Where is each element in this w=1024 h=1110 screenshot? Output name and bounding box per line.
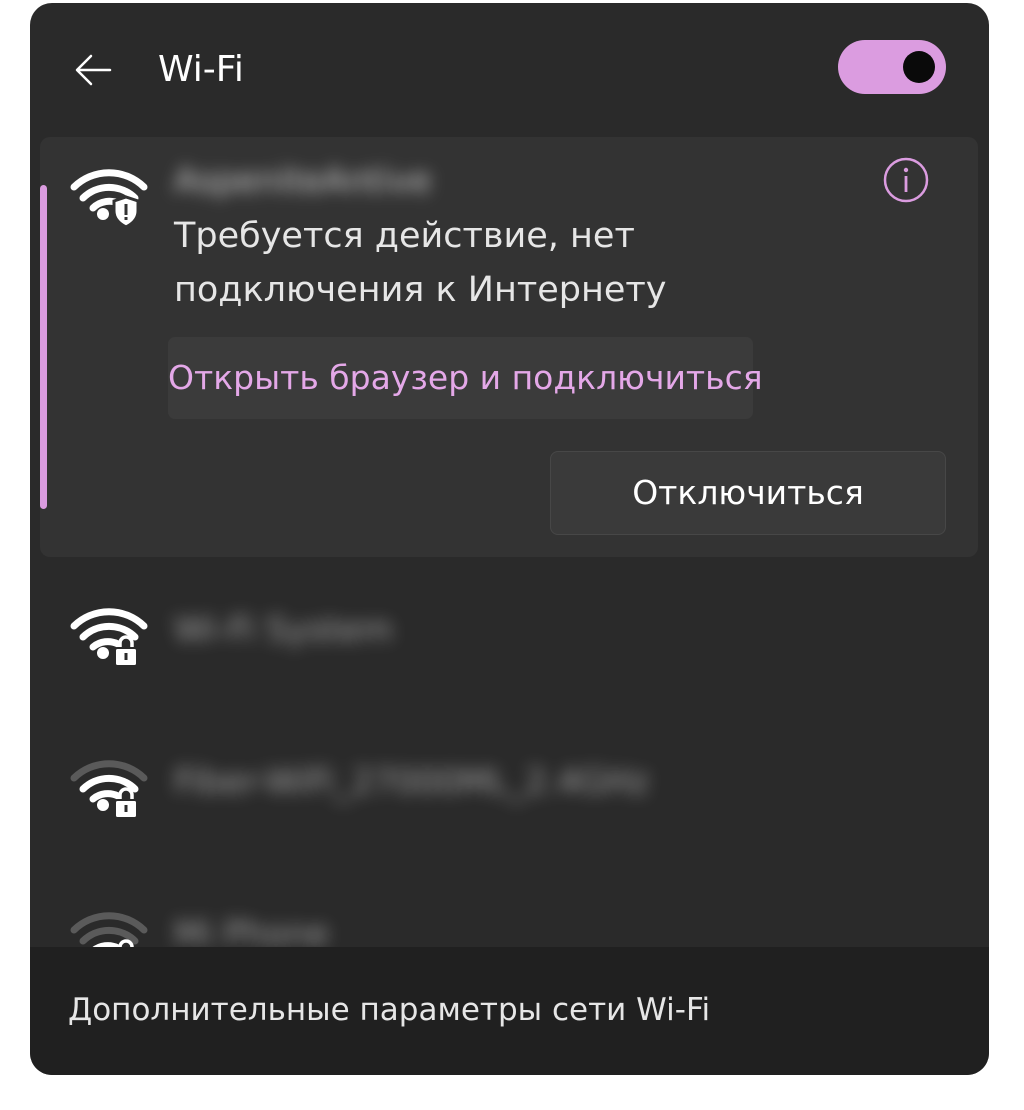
wifi-toggle[interactable]: [838, 40, 946, 94]
wifi-locked-icon: [70, 760, 148, 819]
disconnect-button[interactable]: Отключиться: [550, 451, 946, 535]
network-info-button[interactable]: [882, 156, 930, 204]
wifi-secured-warning-icon: [70, 169, 148, 229]
toggle-knob: [903, 51, 935, 83]
network-ssid: Fiber-WiFi_27000ML_2.4GHz: [174, 762, 649, 802]
network-ssid: Wi-Fi System: [174, 610, 393, 650]
page-title: Wi-Fi: [158, 49, 244, 90]
network-list-item[interactable]: Fiber-WiFi_27000ML_2.4GHz: [30, 720, 989, 840]
connected-network-card: AspeniteAntive Требуется действие, нет п…: [40, 137, 978, 557]
network-list-item[interactable]: Wi-Fi System: [30, 568, 989, 688]
wifi-locked-icon: [70, 608, 148, 667]
open-browser-button[interactable]: Открыть браузер и подключиться: [168, 337, 763, 419]
disconnect-label: Отключиться: [632, 473, 864, 512]
network-ssid: AspeniteAntive: [174, 161, 432, 201]
wifi-flyout-panel: Wi-Fi AspeniteAntive Требуется действие,…: [30, 3, 989, 1075]
connection-status: Требуется действие, нет подключения к Ин…: [174, 216, 667, 310]
open-browser-label: Открыть браузер и подключиться: [168, 358, 763, 397]
more-wifi-settings-link[interactable]: Дополнительные параметры сети Wi-Fi: [30, 947, 989, 1075]
selection-indicator: [40, 185, 47, 509]
arrow-left-icon: [75, 54, 112, 86]
more-wifi-settings-label: Дополнительные параметры сети Wi-Fi: [68, 992, 711, 1028]
info-icon: [883, 157, 929, 203]
back-button[interactable]: [70, 47, 116, 93]
